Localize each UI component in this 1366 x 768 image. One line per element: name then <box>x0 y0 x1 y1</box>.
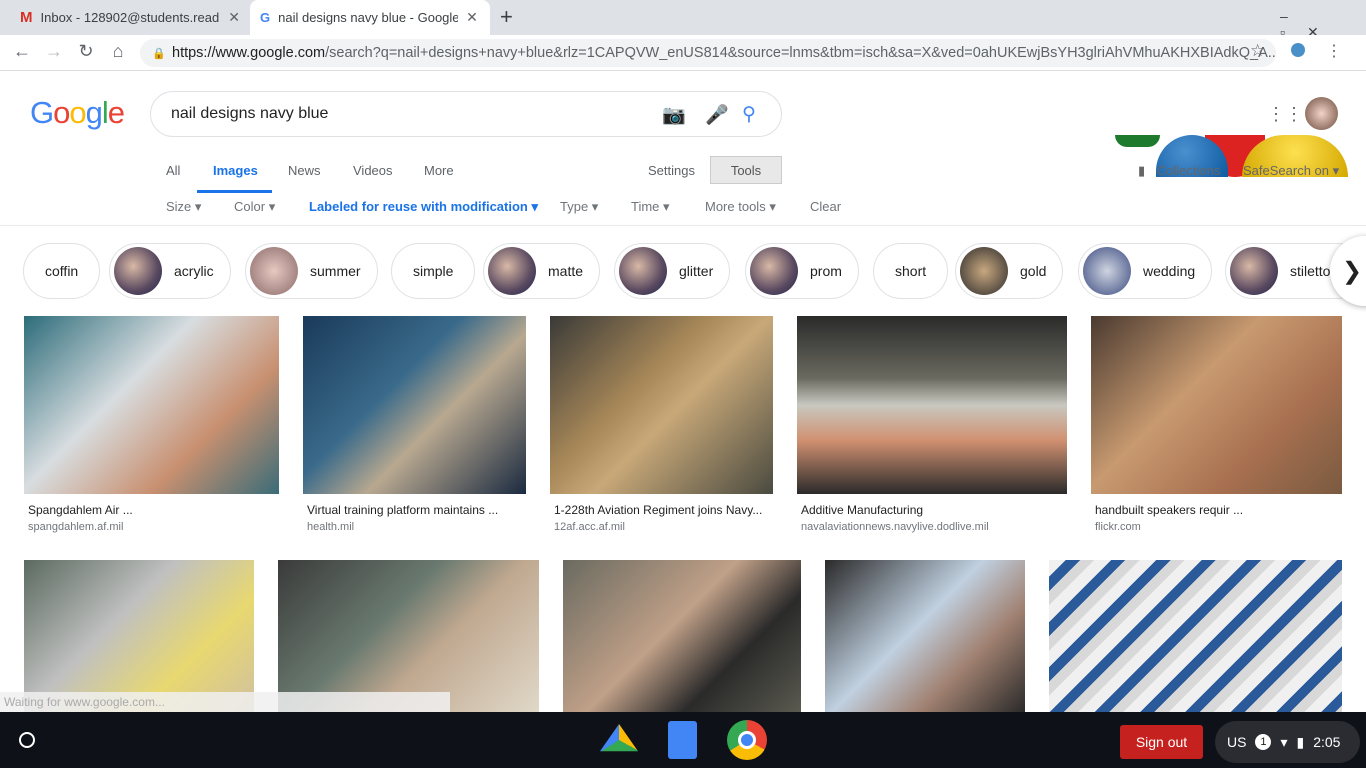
clock: 2:05 <box>1313 734 1341 750</box>
chip-thumbnail <box>250 247 298 295</box>
chip-glitter[interactable]: glitter <box>614 243 731 299</box>
tab-videos[interactable]: Videos <box>353 163 393 178</box>
result-image[interactable] <box>797 316 1067 494</box>
result-image[interactable] <box>825 560 1025 712</box>
chip-summer[interactable]: summer <box>245 243 378 299</box>
chip-simple[interactable]: simple <box>391 243 476 299</box>
gmail-icon: M <box>20 9 33 26</box>
chip-wedding[interactable]: wedding <box>1078 243 1213 299</box>
avatar[interactable] <box>1305 97 1338 130</box>
tab-news[interactable]: News <box>288 163 321 178</box>
close-tab-icon[interactable]: ✕ <box>228 9 240 26</box>
result-source: flickr.com <box>1095 521 1141 533</box>
chip-thumbnail <box>960 247 1008 295</box>
result-image[interactable] <box>1091 316 1342 494</box>
sign-out-button[interactable]: Sign out <box>1120 725 1203 759</box>
result-source: 12af.acc.af.mil <box>554 521 625 533</box>
active-tab-indicator <box>197 190 272 193</box>
filter-more-tools[interactable]: More tools ▾ <box>705 199 776 215</box>
result-image[interactable] <box>278 560 539 712</box>
chip-prom[interactable]: prom <box>745 243 859 299</box>
settings-link[interactable]: Settings <box>648 163 695 178</box>
chip-thumbnail <box>750 247 798 295</box>
status-tray[interactable]: US 1 ▾ ▮ 2:05 <box>1215 721 1360 763</box>
tab-more[interactable]: More <box>424 163 454 178</box>
google-logo[interactable]: Google <box>30 95 125 131</box>
forward-button[interactable]: → <box>42 41 66 62</box>
status-bubble: Waiting for www.google.com... <box>0 692 450 712</box>
google-icon: G <box>260 10 271 25</box>
result-caption[interactable]: 1-228th Aviation Regiment joins Navy... <box>554 503 772 517</box>
result-image[interactable] <box>303 316 526 494</box>
result-image[interactable] <box>1049 560 1342 712</box>
clear-filters-link[interactable]: Clear <box>810 199 841 214</box>
home-button[interactable]: ⌂ <box>106 41 130 62</box>
apps-grid-icon[interactable]: ⋮⋮ <box>1267 104 1303 125</box>
chip-coffin[interactable]: coffin <box>23 243 101 299</box>
system-shelf: Sign out US 1 ▾ ▮ 2:05 <box>0 712 1366 768</box>
result-caption[interactable]: Spangdahlem Air ... <box>28 503 278 517</box>
browser-toolbar: ← → ↻ ⌂ 🔒 https://www.google.com/search?… <box>0 35 1366 71</box>
extension-icon[interactable] <box>1291 43 1305 57</box>
new-tab-button[interactable]: + <box>500 4 513 30</box>
address-bar[interactable]: 🔒 https://www.google.com/search?q=nail+d… <box>140 39 1276 67</box>
tab-google-search[interactable]: G nail designs navy blue - Google S ✕ <box>250 0 490 35</box>
close-tab-icon[interactable]: ✕ <box>466 9 478 26</box>
bookmark-star-icon[interactable]: ☆ <box>1250 41 1265 61</box>
chip-short[interactable]: short <box>873 243 949 299</box>
safesearch-toggle[interactable]: SafeSearch on ▾ <box>1243 163 1339 179</box>
menu-icon[interactable]: ⋮ <box>1326 41 1342 61</box>
chrome-icon[interactable] <box>727 720 767 760</box>
microphone-icon[interactable]: 🎤 <box>705 103 729 127</box>
chip-thumbnail <box>619 247 667 295</box>
battery-icon: ▮ <box>1296 733 1305 750</box>
filter-usage-rights[interactable]: Labeled for reuse with modification ▾ <box>309 199 538 215</box>
divider <box>0 225 1366 226</box>
filter-type[interactable]: Type ▾ <box>560 199 598 215</box>
filter-size[interactable]: Size ▾ <box>166 199 201 215</box>
tab-inbox[interactable]: M Inbox - 128902@students.readin ✕ <box>10 0 250 35</box>
google-drive-icon[interactable] <box>600 724 638 752</box>
search-input[interactable]: nail designs navy blue <box>150 91 782 137</box>
launcher-button[interactable] <box>19 732 35 748</box>
result-source: spangdahlem.af.mil <box>28 521 124 533</box>
result-image[interactable] <box>550 316 773 494</box>
result-image[interactable] <box>24 560 254 712</box>
result-image[interactable] <box>563 560 801 712</box>
search-icon[interactable]: ⚲ <box>742 103 756 126</box>
result-source: health.mil <box>307 521 355 533</box>
camera-icon[interactable]: 📷 <box>662 103 686 127</box>
tab-strip: M Inbox - 128902@students.readin ✕ G nai… <box>0 0 1366 40</box>
result-caption[interactable]: Additive Manufacturing <box>801 503 1066 517</box>
bookmark-icon: ▮ <box>1138 163 1146 178</box>
tools-button[interactable]: Tools <box>710 156 782 184</box>
google-docs-icon[interactable] <box>668 721 697 759</box>
result-caption[interactable]: Virtual training platform maintains ... <box>307 503 522 517</box>
tab-all[interactable]: All <box>166 163 180 178</box>
chip-acrylic[interactable]: acrylic <box>109 243 231 299</box>
filter-time[interactable]: Time ▾ <box>631 199 670 215</box>
chip-thumbnail <box>1230 247 1278 295</box>
result-caption[interactable]: handbuilt speakers requir ... <box>1095 503 1340 517</box>
chip-thumbnail <box>114 247 162 295</box>
chip-gold[interactable]: gold <box>955 243 1064 299</box>
collections-link[interactable]: ▮ Collections <box>1138 163 1220 179</box>
lock-icon: 🔒 <box>152 47 166 60</box>
reload-button[interactable]: ↻ <box>74 41 98 62</box>
ime-indicator: US <box>1227 734 1247 750</box>
wifi-icon: ▾ <box>1280 733 1288 750</box>
chip-thumbnail <box>488 247 536 295</box>
chip-matte[interactable]: matte <box>483 243 601 299</box>
doodle-decoration <box>1115 135 1160 147</box>
chip-thumbnail <box>1083 247 1131 295</box>
result-source: navalaviationnews.navylive.dodlive.mil <box>801 521 989 533</box>
filter-color[interactable]: Color ▾ <box>234 199 275 215</box>
result-image[interactable] <box>24 316 279 494</box>
tab-images[interactable]: Images <box>213 163 258 178</box>
notification-badge: 1 <box>1255 734 1272 750</box>
back-button[interactable]: ← <box>10 41 34 62</box>
